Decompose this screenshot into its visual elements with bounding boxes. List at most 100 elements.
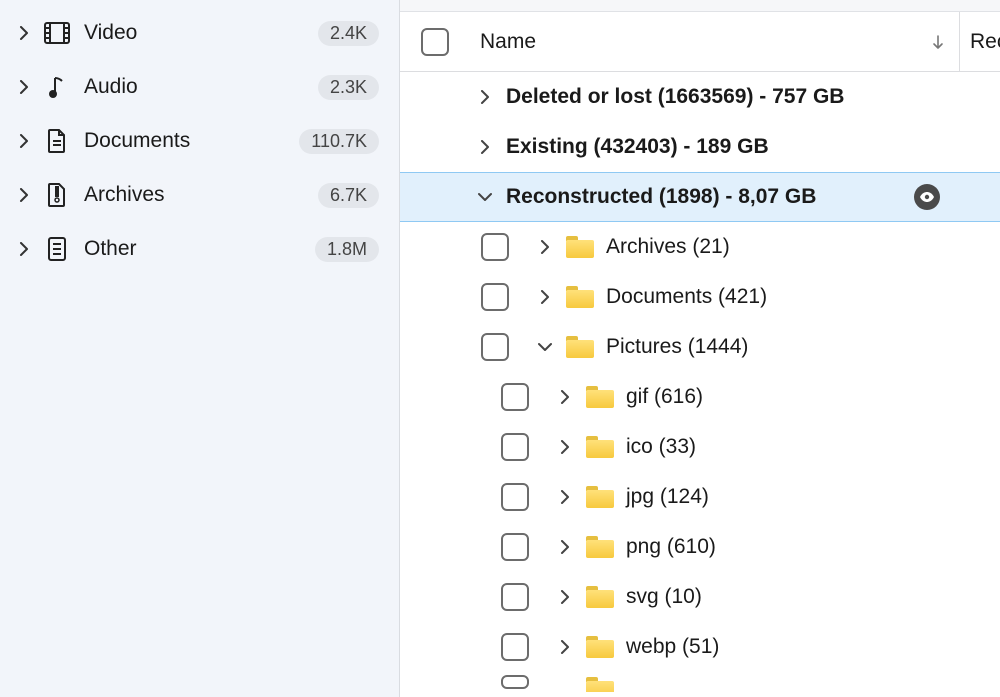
sidebar-item-count: 1.8M: [315, 237, 379, 262]
sidebar-item-count: 2.4K: [318, 21, 379, 46]
row-checkbox[interactable]: [501, 533, 529, 561]
chevron-right-icon: [14, 134, 34, 148]
document-icon: [40, 129, 74, 153]
tree-folder-documents[interactable]: Documents (421): [400, 272, 1000, 322]
tree-folder-pictures[interactable]: Pictures (1444): [400, 322, 1000, 372]
column-header-label: Name: [480, 30, 536, 54]
chevron-right-icon[interactable]: [550, 440, 580, 454]
column-header-second[interactable]: Rec: [960, 30, 1000, 54]
tree-row-label: Documents (421): [600, 285, 767, 309]
tree-row-label: svg (10): [620, 585, 702, 609]
row-checkbox[interactable]: [501, 675, 529, 689]
folder-icon: [580, 677, 620, 687]
tree-group-deleted[interactable]: Deleted or lost (1663569) - 757 GB: [400, 72, 1000, 122]
sort-arrow-icon: [931, 34, 945, 50]
toolbar-strip: [400, 0, 1000, 12]
chevron-right-icon[interactable]: [550, 590, 580, 604]
row-checkbox[interactable]: [501, 583, 529, 611]
checkbox-cell[interactable]: [460, 233, 530, 261]
sidebar-item-label: Video: [84, 21, 318, 45]
sidebar-item-count: 110.7K: [299, 129, 379, 154]
preview-eye-icon[interactable]: [914, 184, 940, 210]
chevron-down-icon[interactable]: [530, 342, 560, 352]
tree-folder-webp[interactable]: webp (51): [400, 622, 1000, 672]
sidebar-item-label: Documents: [84, 129, 299, 153]
tree-row-label: ico (33): [620, 435, 696, 459]
folder-icon: [580, 586, 620, 608]
folder-icon: [580, 536, 620, 558]
tree-group-reconstructed[interactable]: Reconstructed (1898) - 8,07 GB: [400, 172, 1000, 222]
checkbox-cell[interactable]: [460, 283, 530, 311]
row-checkbox[interactable]: [481, 333, 509, 361]
header-checkbox-cell[interactable]: [400, 28, 470, 56]
tree-row-label: Pictures (1444): [600, 335, 748, 359]
row-checkbox[interactable]: [481, 283, 509, 311]
sidebar-item-archives[interactable]: Archives 6.7K: [0, 168, 399, 222]
chevron-right-icon[interactable]: [550, 390, 580, 404]
sidebar-item-count: 6.7K: [318, 183, 379, 208]
folder-icon: [560, 236, 600, 258]
sidebar: Video 2.4K Audio 2.3K Documents 110.7K A…: [0, 0, 400, 697]
tree-folder-jpg[interactable]: jpg (124): [400, 472, 1000, 522]
column-header-label: Rec: [970, 30, 1000, 53]
folder-icon: [580, 386, 620, 408]
chevron-right-icon[interactable]: [530, 290, 560, 304]
column-header-row: Name Rec: [400, 12, 1000, 72]
film-icon: [40, 22, 74, 44]
tree-row-label: Archives (21): [600, 235, 730, 259]
sidebar-item-label: Other: [84, 237, 315, 261]
chevron-right-icon[interactable]: [470, 140, 500, 154]
checkbox-cell[interactable]: [460, 333, 530, 361]
tree-row-label: Existing (432403) - 189 GB: [500, 135, 769, 159]
sidebar-item-label: Archives: [84, 183, 318, 207]
tree-folder-svg[interactable]: svg (10): [400, 572, 1000, 622]
tree-group-existing[interactable]: Existing (432403) - 189 GB: [400, 122, 1000, 172]
sidebar-item-count: 2.3K: [318, 75, 379, 100]
tree-row-label: Reconstructed (1898) - 8,07 GB: [500, 185, 816, 209]
chevron-right-icon[interactable]: [550, 540, 580, 554]
checkbox-cell[interactable]: [480, 675, 550, 689]
tree-row-label: gif (616): [620, 385, 703, 409]
file-tree: Deleted or lost (1663569) - 757 GB Exist…: [400, 72, 1000, 697]
tree-folder-png[interactable]: png (610): [400, 522, 1000, 572]
tree-folder-ico[interactable]: ico (33): [400, 422, 1000, 472]
chevron-right-icon[interactable]: [550, 490, 580, 504]
folder-icon: [560, 336, 600, 358]
sidebar-item-other[interactable]: Other 1.8M: [0, 222, 399, 276]
row-checkbox[interactable]: [481, 233, 509, 261]
row-checkbox[interactable]: [501, 483, 529, 511]
tree-row-label: jpg (124): [620, 485, 709, 509]
chevron-right-icon[interactable]: [550, 640, 580, 654]
row-checkbox[interactable]: [501, 433, 529, 461]
folder-icon: [580, 636, 620, 658]
sidebar-item-label: Audio: [84, 75, 318, 99]
tree-row-label: webp (51): [620, 635, 719, 659]
folder-icon: [580, 486, 620, 508]
checkbox-cell[interactable]: [480, 533, 550, 561]
main-panel: Name Rec Deleted or lost (1663569) - 757…: [400, 0, 1000, 697]
folder-icon: [580, 436, 620, 458]
chevron-right-icon[interactable]: [470, 90, 500, 104]
column-header-name[interactable]: Name: [470, 12, 960, 71]
checkbox-cell[interactable]: [480, 483, 550, 511]
sidebar-item-documents[interactable]: Documents 110.7K: [0, 114, 399, 168]
sidebar-item-video[interactable]: Video 2.4K: [0, 6, 399, 60]
chevron-right-icon: [14, 26, 34, 40]
select-all-checkbox[interactable]: [421, 28, 449, 56]
chevron-right-icon: [14, 242, 34, 256]
row-checkbox[interactable]: [501, 633, 529, 661]
archive-icon: [40, 183, 74, 207]
checkbox-cell[interactable]: [480, 583, 550, 611]
checkbox-cell[interactable]: [480, 433, 550, 461]
row-checkbox[interactable]: [501, 383, 529, 411]
tree-folder-gif[interactable]: gif (616): [400, 372, 1000, 422]
tree-row-label: png (610): [620, 535, 716, 559]
sidebar-item-audio[interactable]: Audio 2.3K: [0, 60, 399, 114]
chevron-right-icon: [14, 80, 34, 94]
checkbox-cell[interactable]: [480, 383, 550, 411]
tree-folder-partial[interactable]: [400, 672, 1000, 692]
tree-folder-archives[interactable]: Archives (21): [400, 222, 1000, 272]
checkbox-cell[interactable]: [480, 633, 550, 661]
chevron-right-icon[interactable]: [530, 240, 560, 254]
chevron-down-icon[interactable]: [470, 192, 500, 202]
